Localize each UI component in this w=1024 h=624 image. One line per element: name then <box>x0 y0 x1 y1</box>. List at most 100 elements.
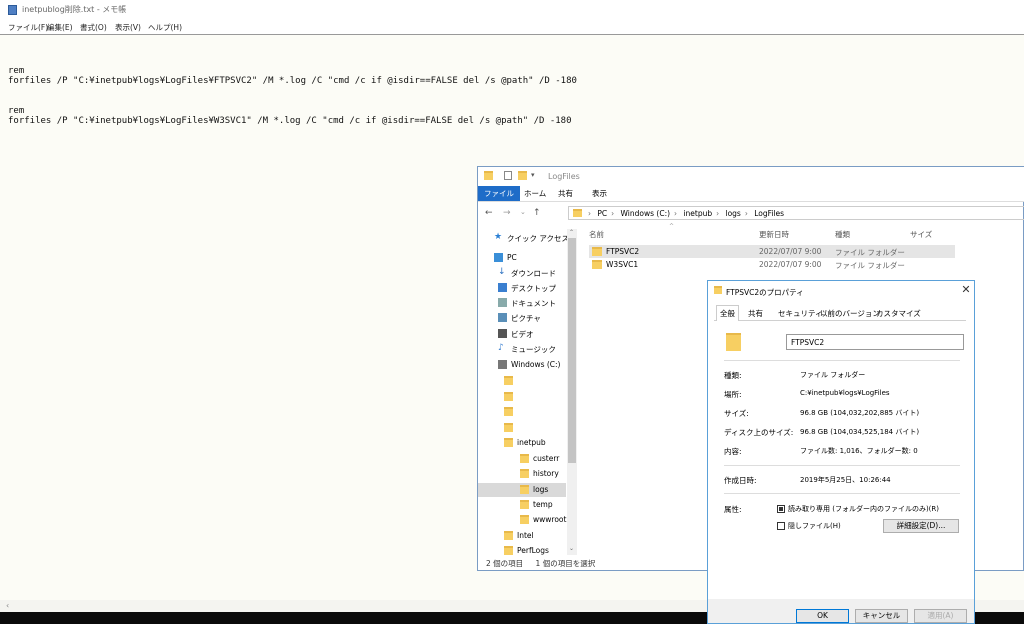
file-type: ファイル フォルダー <box>835 248 905 257</box>
nav-item-temp[interactable]: temp <box>478 498 566 512</box>
back-icon[interactable]: ← <box>485 208 493 218</box>
nav-item-label: custerr <box>533 454 560 463</box>
notepad-title: inetpublog削除.txt - メモ帳 <box>22 5 127 14</box>
dialog-footer: OK キャンセル 適用(A) <box>708 599 974 623</box>
recent-dropdown-icon[interactable]: ⌄ <box>520 208 526 216</box>
menu-edit[interactable]: 編集(E) <box>47 22 73 33</box>
properties-dialog: FTPSVC2のプロパティ ✕ 全般 共有 セキュリティ 以前のバージョン カス… <box>707 280 975 624</box>
nav-item-ドキュメント[interactable]: ドキュメント <box>478 296 566 310</box>
nav-item-ビデオ[interactable]: ビデオ <box>478 327 566 341</box>
tab-general[interactable]: 全般 <box>716 305 739 321</box>
picture-icon <box>498 313 507 322</box>
breadcrumb-c-drive[interactable]: Windows (C:) <box>621 209 670 218</box>
scroll-down-icon[interactable]: ⌄ <box>569 545 574 552</box>
readonly-checkbox[interactable] <box>777 505 785 513</box>
apply-button[interactable]: 適用(A) <box>914 609 967 623</box>
nav-item-label: デスクトップ <box>511 284 556 293</box>
nav-item-label: ドキュメント <box>511 299 556 308</box>
nav-scrollbar[interactable]: ⌃ ⌄ <box>567 229 577 555</box>
nav-item-デスクトップ[interactable]: デスクトップ <box>478 281 566 295</box>
breadcrumb-inetpub[interactable]: inetpub <box>683 209 712 218</box>
tab-customize[interactable]: カスタマイズ <box>876 308 921 319</box>
notepad-text-area[interactable]: rem forfiles /P "C:¥inetpub¥logs¥LogFiles… <box>8 66 577 126</box>
file-row-w3svc1[interactable]: W3SVC1 2022/07/07 9:00 ファイル フォルダー <box>589 258 955 271</box>
folder-icon <box>520 454 529 463</box>
tab-security[interactable]: セキュリティ <box>778 308 823 319</box>
new-folder-icon[interactable] <box>518 171 527 180</box>
quick-access-dropdown-icon[interactable]: ▾ <box>531 171 535 179</box>
nav-item-pc[interactable]: PC <box>478 251 566 265</box>
nav-item-history[interactable]: history <box>478 467 566 481</box>
file-list-header: 名前 ^ 更新日時 種類 サイズ <box>589 223 1024 241</box>
created-label: 作成日時: <box>724 476 757 485</box>
menu-help[interactable]: ヘルプ(H) <box>148 22 182 33</box>
nav-item-ダウンロード[interactable]: ↓ ダウンロード <box>478 266 566 280</box>
folder-icon <box>504 392 513 401</box>
scroll-up-icon[interactable]: ⌃ <box>569 229 574 236</box>
nav-item-ピクチャ[interactable]: ピクチャ <box>478 311 566 325</box>
nav-item-folder-10[interactable] <box>478 390 566 404</box>
nav-item-ミュージック[interactable]: ♪ ミュージック <box>478 342 566 356</box>
nav-item-folder-12[interactable] <box>478 421 566 435</box>
nav-item-label: Intel <box>517 531 534 540</box>
text-line <box>8 86 577 96</box>
navigation-pane: ★ クイック アクセス PC ↓ ダウンロードデスクトップ ドキュメントピクチャビデオ ♪ ミ… <box>478 229 569 558</box>
tab-previous-versions[interactable]: 以前のバージョン <box>820 308 880 319</box>
column-name[interactable]: 名前 <box>589 229 604 240</box>
nav-item-folder-11[interactable] <box>478 405 566 419</box>
file-date: 2022/07/07 9:00 <box>759 260 822 269</box>
tab-view[interactable]: 表示 <box>586 186 613 201</box>
file-name: W3SVC1 <box>606 260 639 269</box>
menu-file[interactable]: ファイル(F) <box>8 22 48 33</box>
size-on-disk-label: ディスク上のサイズ: <box>724 428 794 437</box>
tab-home[interactable]: ホーム <box>518 186 552 201</box>
folder-icon <box>504 423 513 432</box>
column-type[interactable]: 種類 <box>835 229 850 240</box>
properties-quick-icon[interactable] <box>504 171 512 180</box>
folder-icon <box>592 247 602 256</box>
menu-format[interactable]: 書式(O) <box>80 22 107 33</box>
nav-item-intel[interactable]: Intel <box>478 529 566 543</box>
close-icon[interactable]: ✕ <box>959 283 973 297</box>
notepad-icon <box>8 5 17 15</box>
breadcrumb-logs[interactable]: logs <box>725 209 740 218</box>
tab-share[interactable]: 共有 <box>552 186 579 201</box>
file-row-ftpsvc2[interactable]: FTPSVC2 2022/07/07 9:00 ファイル フォルダー <box>589 245 955 258</box>
sort-ascending-icon: ^ <box>669 223 675 230</box>
nav-item-windows-c:[interactable]: Windows (C:) <box>478 358 566 372</box>
hidden-checkbox[interactable] <box>777 522 785 530</box>
column-size[interactable]: サイズ <box>910 229 932 240</box>
readonly-label: 読み取り専用 (フォルダー内のファイルのみ)(R) <box>788 505 940 513</box>
explorer-title: LogFiles <box>548 172 580 181</box>
size-label: サイズ: <box>724 409 749 418</box>
cancel-button[interactable]: キャンセル <box>855 609 908 623</box>
advanced-button[interactable]: 詳細設定(D)... <box>883 519 959 533</box>
folder-name-field[interactable]: FTPSVC2 <box>786 334 964 350</box>
forward-icon[interactable]: → <box>503 208 511 218</box>
tab-file[interactable]: ファイル <box>478 186 520 201</box>
text-line: rem <box>8 106 25 116</box>
nav-item-inetpub[interactable]: inetpub <box>478 436 566 450</box>
folder-icon <box>504 531 513 540</box>
notepad-title-bar: inetpublog削除.txt - メモ帳 <box>0 0 1024 21</box>
menu-view[interactable]: 表示(V) <box>115 22 141 33</box>
breadcrumb-logfiles[interactable]: LogFiles <box>754 209 784 218</box>
tab-sharing[interactable]: 共有 <box>748 308 763 319</box>
nav-item-logs[interactable]: logs <box>478 483 566 497</box>
scroll-thumb[interactable] <box>568 238 576 463</box>
column-date[interactable]: 更新日時 <box>759 229 789 240</box>
nav-item-perflogs[interactable]: PerfLogs <box>478 544 566 558</box>
scroll-left-icon[interactable]: ‹ <box>6 601 9 610</box>
breadcrumb-pc[interactable]: PC <box>597 209 607 218</box>
text-line: forfiles /P "C:¥inetpub¥logs¥LogFiles¥FT… <box>8 76 577 86</box>
nav-item-wwwroot[interactable]: wwwroot <box>478 513 566 527</box>
text-line: rem <box>8 66 25 76</box>
up-icon[interactable]: ↑ <box>533 208 541 218</box>
nav-item-folder-9[interactable] <box>478 374 566 388</box>
download-icon: ↓ <box>498 267 506 277</box>
nav-item-クイック-アクセス[interactable]: ★ クイック アクセス <box>478 231 569 245</box>
nav-item-custerr[interactable]: custerr <box>478 452 566 466</box>
ok-button[interactable]: OK <box>796 609 849 623</box>
contents-value: ファイル数: 1,016、フォルダー数: 0 <box>800 447 918 455</box>
folder-icon <box>484 171 493 180</box>
